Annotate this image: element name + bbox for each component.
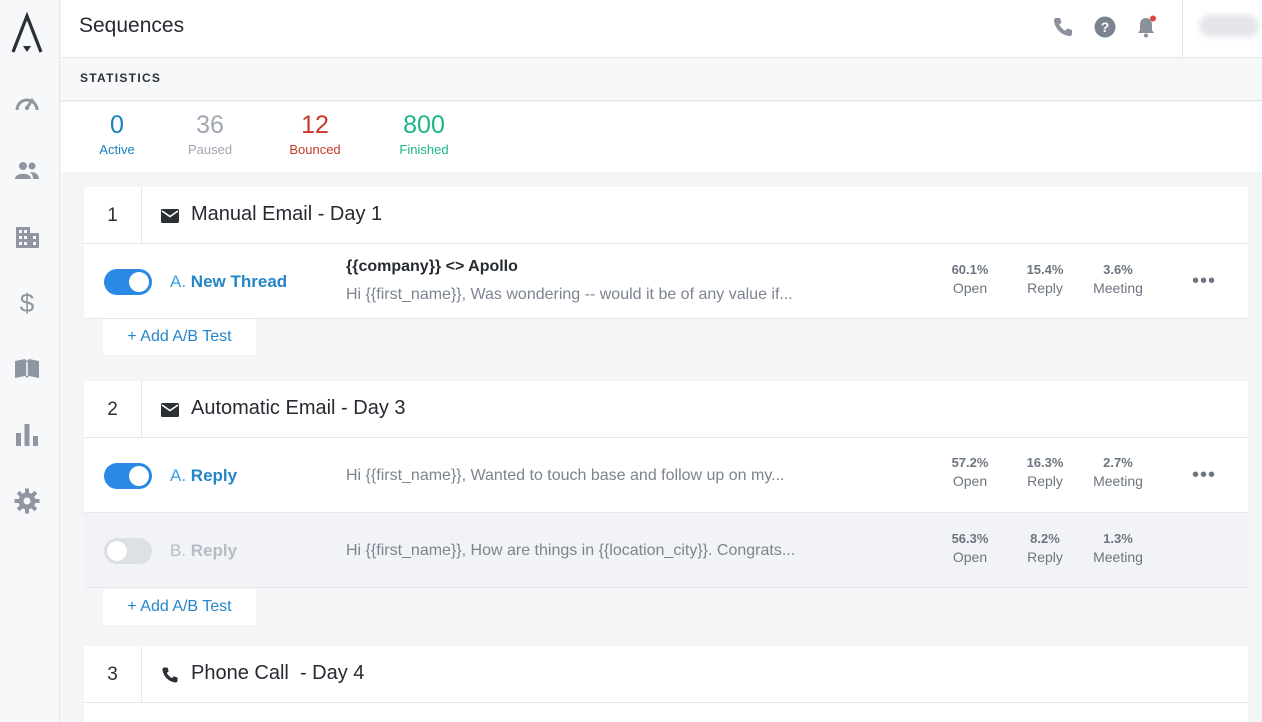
step-number: 2 xyxy=(84,381,142,438)
add-ab-test-button[interactable]: + Add A/B Test xyxy=(103,319,256,355)
variant-toggle[interactable] xyxy=(104,463,152,489)
dollar-icon[interactable]: $ xyxy=(12,288,42,318)
metric-reply: 15.4% Reply xyxy=(1010,262,1080,296)
metric-value: 16.3% xyxy=(1026,455,1064,470)
phone-icon[interactable] xyxy=(1050,14,1076,40)
stat-label: Bounced xyxy=(289,142,341,157)
variant-letter: B. xyxy=(170,541,187,560)
email-preview: Hi {{first_name}}, Was wondering -- woul… xyxy=(346,286,793,303)
book-icon[interactable] xyxy=(12,354,42,384)
more-options-icon[interactable]: ••• xyxy=(1192,270,1216,293)
variant-label[interactable]: A. New Thread xyxy=(170,272,287,292)
statistics-heading: STATISTICS xyxy=(80,71,162,85)
apollo-logo-icon[interactable] xyxy=(9,11,45,56)
svg-text:?: ? xyxy=(1101,19,1110,35)
variant-row[interactable]: A. New Thread {{company}} <> Apollo Hi {… xyxy=(84,244,1248,319)
stat-label: Active xyxy=(99,142,135,157)
variant-name: Reply xyxy=(190,466,238,485)
metric-meeting: 1.3% Meeting xyxy=(1083,531,1153,565)
user-avatar[interactable] xyxy=(1199,15,1259,37)
metric-open: 60.1% Open xyxy=(935,262,1005,296)
metric-value: 8.2% xyxy=(1030,531,1060,546)
stat-bounced[interactable]: 12 Bounced xyxy=(281,110,349,157)
mail-icon xyxy=(160,206,180,226)
variant-row[interactable]: A. Reply Hi {{first_name}}, Wanted to to… xyxy=(84,438,1248,513)
variant-letter: A. xyxy=(170,466,187,485)
analytics-icon[interactable] xyxy=(12,420,42,450)
variant-toggle[interactable] xyxy=(104,538,152,564)
metric-open: 57.2% Open xyxy=(935,455,1005,489)
notifications-bell-icon[interactable] xyxy=(1133,14,1159,40)
variant-row[interactable]: B. Reply Hi {{first_name}}, How are thin… xyxy=(84,513,1248,588)
stat-value: 0 xyxy=(110,111,124,139)
metric-value: 15.4% xyxy=(1026,262,1064,277)
step-number: 1 xyxy=(84,187,142,244)
statistics-header: STATISTICS xyxy=(61,59,1262,101)
metric-label: Reply xyxy=(1027,473,1063,489)
email-subject: {{company}} <> Apollo xyxy=(346,258,518,275)
help-icon[interactable]: ? xyxy=(1092,14,1118,40)
email-preview: Hi {{first_name}}, How are things in {{l… xyxy=(346,542,796,559)
metric-meeting: 3.6% Meeting xyxy=(1083,262,1153,296)
metric-label: Open xyxy=(952,280,988,296)
metric-label: Open xyxy=(952,549,988,565)
page-title: Sequences xyxy=(79,14,185,37)
stat-paused[interactable]: 36 Paused xyxy=(179,110,241,157)
stat-value: 36 xyxy=(196,111,224,139)
step-title[interactable]: Automatic Email - Day 3 xyxy=(191,397,406,420)
svg-text:$: $ xyxy=(20,289,35,317)
step-title[interactable]: Manual Email - Day 1 xyxy=(191,203,382,226)
variant-toggle[interactable] xyxy=(104,269,152,295)
sequence-step-2: 2 Automatic Email - Day 3 A. Reply Hi {{… xyxy=(84,381,1248,588)
dashboard-icon[interactable] xyxy=(12,90,42,120)
variant-label[interactable]: A. Reply xyxy=(170,466,237,486)
metric-label: Reply xyxy=(1027,549,1063,565)
stat-label: Finished xyxy=(399,142,449,157)
step-header: 1 Manual Email - Day 1 xyxy=(84,187,1248,244)
stat-finished[interactable]: 800 Finished xyxy=(391,110,457,157)
metric-label: Reply xyxy=(1027,280,1063,296)
email-preview: Hi {{first_name}}, Wanted to touch base … xyxy=(346,467,785,484)
mail-icon xyxy=(160,400,180,420)
phone-icon xyxy=(160,665,180,685)
step-number: 3 xyxy=(84,646,142,703)
metric-value: 1.3% xyxy=(1103,531,1133,546)
step-header: 2 Automatic Email - Day 3 xyxy=(84,381,1248,438)
variant-name: New Thread xyxy=(190,272,288,291)
settings-gear-icon[interactable] xyxy=(12,486,42,516)
stat-active[interactable]: 0 Active xyxy=(87,110,147,157)
metric-reply: 8.2% Reply xyxy=(1010,531,1080,565)
sequence-step-1: 1 Manual Email - Day 1 A. New Thread {{c… xyxy=(84,187,1248,319)
stat-label: Paused xyxy=(187,142,233,157)
metric-open: 56.3% Open xyxy=(935,531,1005,565)
metric-label: Meeting xyxy=(1093,280,1143,296)
metric-label: Meeting xyxy=(1093,549,1143,565)
companies-icon[interactable] xyxy=(12,222,42,252)
metric-value: 57.2% xyxy=(951,455,989,470)
header-divider xyxy=(1182,0,1183,58)
top-header: Sequences ? xyxy=(61,0,1262,58)
metric-label: Meeting xyxy=(1093,473,1143,489)
metric-value: 2.7% xyxy=(1103,455,1133,470)
step-title[interactable]: Phone Call - Day 4 xyxy=(191,662,364,685)
add-ab-test-button[interactable]: + Add A/B Test xyxy=(103,589,256,625)
variant-label[interactable]: B. Reply xyxy=(170,541,237,561)
metric-meeting: 2.7% Meeting xyxy=(1083,455,1153,489)
statistics-panel: 0 Active 36 Paused 12 Bounced 800 Finish… xyxy=(61,102,1262,172)
variant-name: Reply xyxy=(190,541,238,560)
stat-value: 800 xyxy=(403,111,445,139)
step-header: 3 Phone Call - Day 4 xyxy=(84,646,1248,703)
sequence-step-3: 3 Phone Call - Day 4 xyxy=(84,646,1248,722)
metric-reply: 16.3% Reply xyxy=(1010,455,1080,489)
metric-value: 3.6% xyxy=(1103,262,1133,277)
people-icon[interactable] xyxy=(12,156,42,186)
stat-value: 12 xyxy=(301,111,329,139)
left-nav-rail: $ xyxy=(0,0,60,722)
metric-value: 60.1% xyxy=(951,262,989,277)
metric-label: Open xyxy=(952,473,988,489)
more-options-icon[interactable]: ••• xyxy=(1192,464,1216,487)
variant-letter: A. xyxy=(170,272,187,291)
metric-value: 56.3% xyxy=(951,531,989,546)
